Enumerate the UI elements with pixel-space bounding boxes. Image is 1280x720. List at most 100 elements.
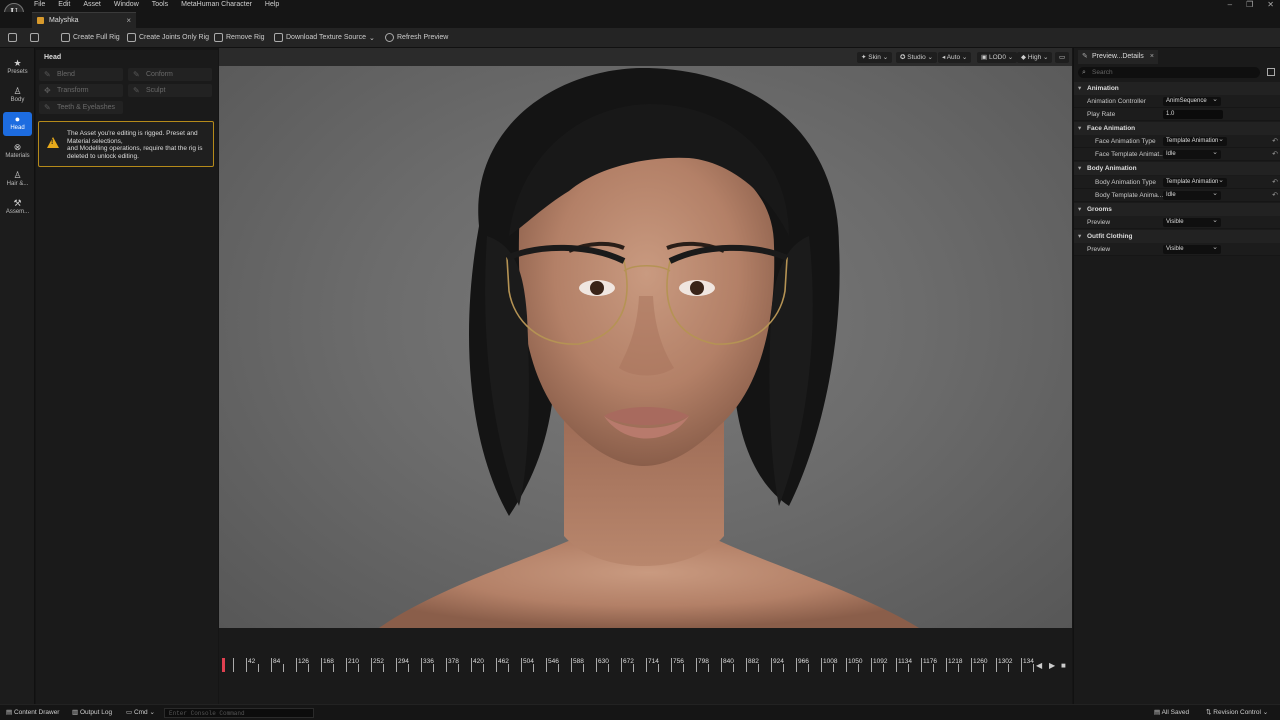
quality-dropdown[interactable]: ◆ High ⌄ [1017, 52, 1053, 63]
nav-assembly[interactable]: ⚒ Assem... [3, 196, 32, 220]
lod-dropdown[interactable]: ▣ LOD0 ⌄ [977, 52, 1018, 63]
nav-body[interactable]: ♙ Body [3, 84, 32, 108]
details-tab[interactable]: ✎ Preview...Details × [1078, 50, 1158, 64]
play-icon[interactable]: ▶ [1049, 661, 1055, 670]
details-search-input[interactable]: ⌕ Search [1078, 67, 1260, 78]
transform-button[interactable]: ✥ Transform [39, 84, 123, 97]
teeth-eyelashes-button[interactable]: ✎ Teeth & Eyelashes [39, 101, 123, 114]
timeline-tick-label: 1218 [948, 658, 963, 665]
body-anim-type-dropdown[interactable]: Template Animation [1163, 176, 1227, 187]
timeline-playhead[interactable] [222, 658, 225, 672]
timeline-minor-tick [758, 664, 759, 672]
nav-hair[interactable]: ♙ Hair &... [3, 168, 32, 192]
face-template-label: Face Template Animat... [1095, 151, 1165, 158]
minimize-icon[interactable]: – [1228, 0, 1232, 9]
section-grooms-label: Grooms [1087, 206, 1112, 213]
blend-button[interactable]: ✎ Blend [39, 68, 123, 81]
nav-presets[interactable]: ★ Presets [3, 56, 32, 80]
revision-control-button[interactable]: ⇅ Revision Control ⌄ [1206, 708, 1268, 716]
timeline-minor-tick [358, 664, 359, 672]
close-window-icon[interactable]: ✕ [1267, 0, 1274, 9]
console-input[interactable]: Enter Console Command [164, 708, 314, 718]
nav-hair-label: Hair &... [6, 181, 29, 187]
face-anim-type-dropdown[interactable]: Template Animation [1163, 135, 1227, 146]
timeline-tick-label: 714 [648, 658, 659, 665]
close-tab-icon[interactable]: × [126, 16, 131, 25]
section-outfit[interactable]: ▾ Outfit Clothing [1074, 230, 1280, 243]
timeline-minor-tick [333, 664, 334, 672]
download-texture-button[interactable]: Download Texture Source ⌄ [274, 33, 375, 42]
sculpt-button[interactable]: ✎ Sculpt [128, 84, 212, 97]
cmd-dropdown[interactable]: ▭ Cmd ⌄ [126, 708, 155, 716]
lod-icon: ▣ [981, 54, 989, 61]
materials-icon: ⊗ [13, 142, 22, 152]
remove-rig-button[interactable]: Remove Rig [214, 33, 265, 42]
reset-arrow-icon[interactable]: ↶ [1272, 189, 1278, 202]
timeline-tick [746, 658, 747, 672]
timeline-ruler[interactable]: 42 84 126 168 210 252 294 336 378 420 462 504 546 588… [222, 658, 1034, 672]
create-full-rig-button[interactable]: Create Full Rig [61, 33, 120, 42]
nav-presets-label: Presets [7, 69, 28, 75]
character-viewport[interactable] [219, 66, 1072, 628]
section-face-animation[interactable]: ▾ Face Animation [1074, 122, 1280, 135]
reset-arrow-icon[interactable]: ↶ [1272, 176, 1278, 189]
browse-button[interactable] [30, 33, 39, 42]
play-reverse-icon[interactable]: ◀ [1036, 661, 1042, 670]
row-anim-controller: Animation Controller AnimSequence [1074, 95, 1280, 108]
row-face-anim-type: Face Animation Type Template Animation ↶ [1074, 135, 1280, 148]
skin-dropdown[interactable]: ✦ Skin ⌄ [857, 52, 893, 63]
timeline-tick [521, 658, 522, 672]
viewport-toolbar: ✦ Skin ⌄ ✪ Studio ⌄ ◂ Auto ⌄ ▣ LOD0 ⌄ ◆ … [219, 48, 1072, 66]
section-body-animation[interactable]: ▾ Body Animation [1074, 162, 1280, 175]
console-placeholder: Enter Console Command [169, 710, 245, 717]
nav-materials[interactable]: ⊗ Materials [3, 140, 32, 164]
conform-button[interactable]: ✎ Conform [128, 68, 212, 81]
face-template-dropdown[interactable]: Idle [1163, 148, 1221, 159]
create-full-rig-label: Create Full Rig [73, 34, 120, 41]
stop-icon[interactable]: ■ [1061, 661, 1066, 670]
viewport-options-button[interactable]: ▭ [1055, 52, 1070, 63]
output-log-label: Output Log [79, 709, 113, 716]
timeline-tick [233, 658, 234, 672]
menu-edit[interactable]: Edit [58, 1, 70, 8]
menu-tools[interactable]: Tools [152, 1, 168, 8]
close-details-icon[interactable]: × [1150, 50, 1154, 64]
skin-label: Skin [868, 54, 881, 61]
content-drawer-button[interactable]: ▤ Content Drawer [6, 708, 59, 716]
create-joints-rig-button[interactable]: Create Joints Only Rig [127, 33, 209, 42]
studio-dropdown[interactable]: ✪ Studio ⌄ [896, 52, 937, 63]
menu-asset[interactable]: Asset [83, 1, 101, 8]
anim-controller-dropdown[interactable]: AnimSequence [1163, 95, 1221, 106]
menu-help[interactable]: Help [265, 1, 279, 8]
nav-head[interactable]: ● Head [3, 112, 32, 136]
section-grooms[interactable]: ▾ Grooms [1074, 203, 1280, 216]
texture-icon [274, 33, 283, 42]
save-button[interactable] [8, 33, 17, 42]
menu-file[interactable]: File [34, 1, 45, 8]
grooms-preview-dropdown[interactable]: Visible [1163, 216, 1221, 227]
refresh-preview-button[interactable]: Refresh Preview [385, 33, 448, 42]
outfit-preview-dropdown[interactable]: Visible [1163, 243, 1221, 254]
reset-arrow-icon[interactable]: ↶ [1272, 135, 1278, 148]
tab-bar: Malyshka × [0, 12, 1280, 28]
timeline-minor-tick [858, 664, 859, 672]
quality-label: High [1027, 54, 1042, 61]
auto-dropdown[interactable]: ◂ Auto ⌄ [938, 52, 972, 63]
section-face-animation-label: Face Animation [1087, 125, 1136, 132]
remove-rig-label: Remove Rig [226, 34, 265, 41]
document-tab[interactable]: Malyshka × [32, 12, 136, 28]
all-saved-indicator[interactable]: ▤ All Saved [1154, 708, 1189, 716]
timeline-tick-label: 924 [773, 658, 784, 665]
animation-timeline[interactable]: 42 84 126 168 210 252 294 336 378 420 462 504 546 588… [219, 628, 1072, 704]
menu-window[interactable]: Window [114, 1, 139, 8]
reset-arrow-icon[interactable]: ↶ [1272, 148, 1278, 161]
play-rate-input[interactable]: 1.0 [1163, 110, 1223, 119]
output-log-button[interactable]: ▥ Output Log [72, 708, 112, 716]
warning-icon [47, 137, 59, 148]
section-animation[interactable]: ▾ Animation [1074, 82, 1280, 95]
row-body-anim-type: Body Animation Type Template Animation ↶ [1074, 176, 1280, 189]
maximize-icon[interactable]: ❐ [1246, 0, 1253, 9]
grid-view-icon[interactable] [1267, 68, 1275, 76]
body-template-dropdown[interactable]: Idle [1163, 189, 1221, 200]
menu-metahuman-character[interactable]: MetaHuman Character [181, 1, 252, 8]
